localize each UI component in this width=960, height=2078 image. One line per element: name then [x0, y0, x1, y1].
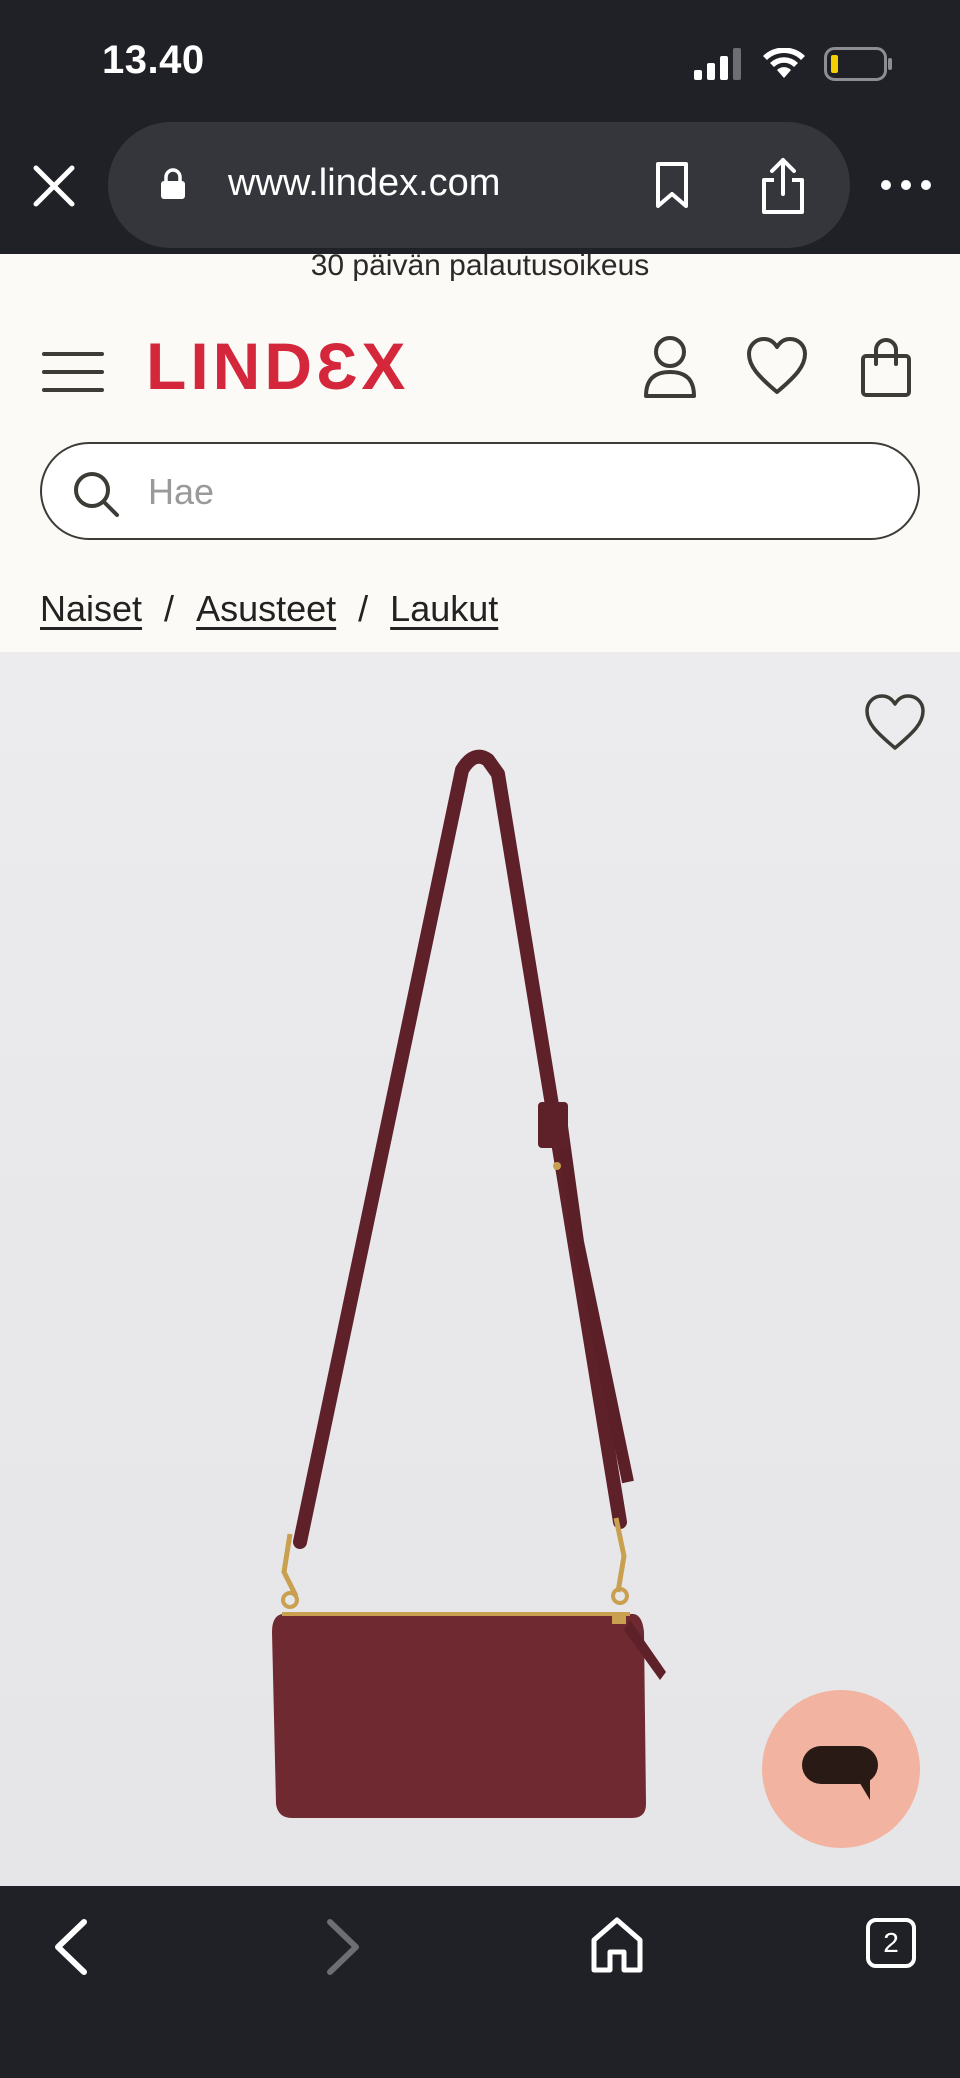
heart-icon[interactable]: [746, 336, 808, 396]
share-icon[interactable]: [756, 156, 810, 216]
search-icon: [74, 472, 119, 517]
forward-icon[interactable]: [322, 1916, 364, 1978]
breadcrumb-item-asusteet[interactable]: Asusteet: [196, 588, 336, 630]
shopping-bag-icon[interactable]: [860, 336, 912, 398]
breadcrumb-item-laukut[interactable]: Laukut: [390, 588, 498, 630]
search-input[interactable]: [148, 464, 888, 520]
breadcrumb-item-naiset[interactable]: Naiset: [40, 588, 142, 630]
status-bar: 13.40: [0, 0, 960, 118]
browser-toolbar: 2: [0, 1886, 960, 2078]
lock-icon: [161, 168, 185, 199]
chat-button[interactable]: [762, 1690, 920, 1848]
menu-icon[interactable]: [42, 344, 104, 400]
back-icon[interactable]: [50, 1916, 92, 1978]
promo-banner: 30 päivän palautusoikeus: [310, 254, 650, 282]
battery-low-icon: [824, 47, 892, 81]
web-page: 30 päivän palautusoikeus LINDƐX Naiset /…: [0, 254, 960, 1886]
cellular-signal-icon: [694, 48, 741, 80]
wifi-icon: [763, 48, 805, 78]
browser-url-bar: www.lindex.com: [0, 118, 960, 254]
status-time: 13.40: [102, 38, 205, 82]
site-header: LINDƐX: [0, 314, 960, 434]
bookmark-icon[interactable]: [648, 160, 696, 210]
breadcrumb-separator: /: [358, 588, 369, 629]
status-icons: [694, 44, 894, 84]
home-icon[interactable]: [590, 1916, 644, 1974]
address-field[interactable]: www.lindex.com: [108, 122, 850, 248]
breadcrumb: Naiset / Asusteet / Laukut: [40, 588, 498, 630]
tabs-icon[interactable]: 2: [866, 1918, 916, 1968]
close-icon[interactable]: [28, 160, 80, 212]
chat-bubble-icon: [802, 1746, 878, 1800]
account-icon[interactable]: [640, 334, 700, 400]
lindex-logo[interactable]: LINDƐX: [146, 328, 409, 404]
breadcrumb-separator: /: [164, 588, 175, 629]
heart-icon[interactable]: [864, 694, 926, 752]
url-text: www.lindex.com: [228, 162, 501, 204]
search-bar[interactable]: [40, 442, 920, 540]
more-icon[interactable]: [878, 170, 934, 200]
